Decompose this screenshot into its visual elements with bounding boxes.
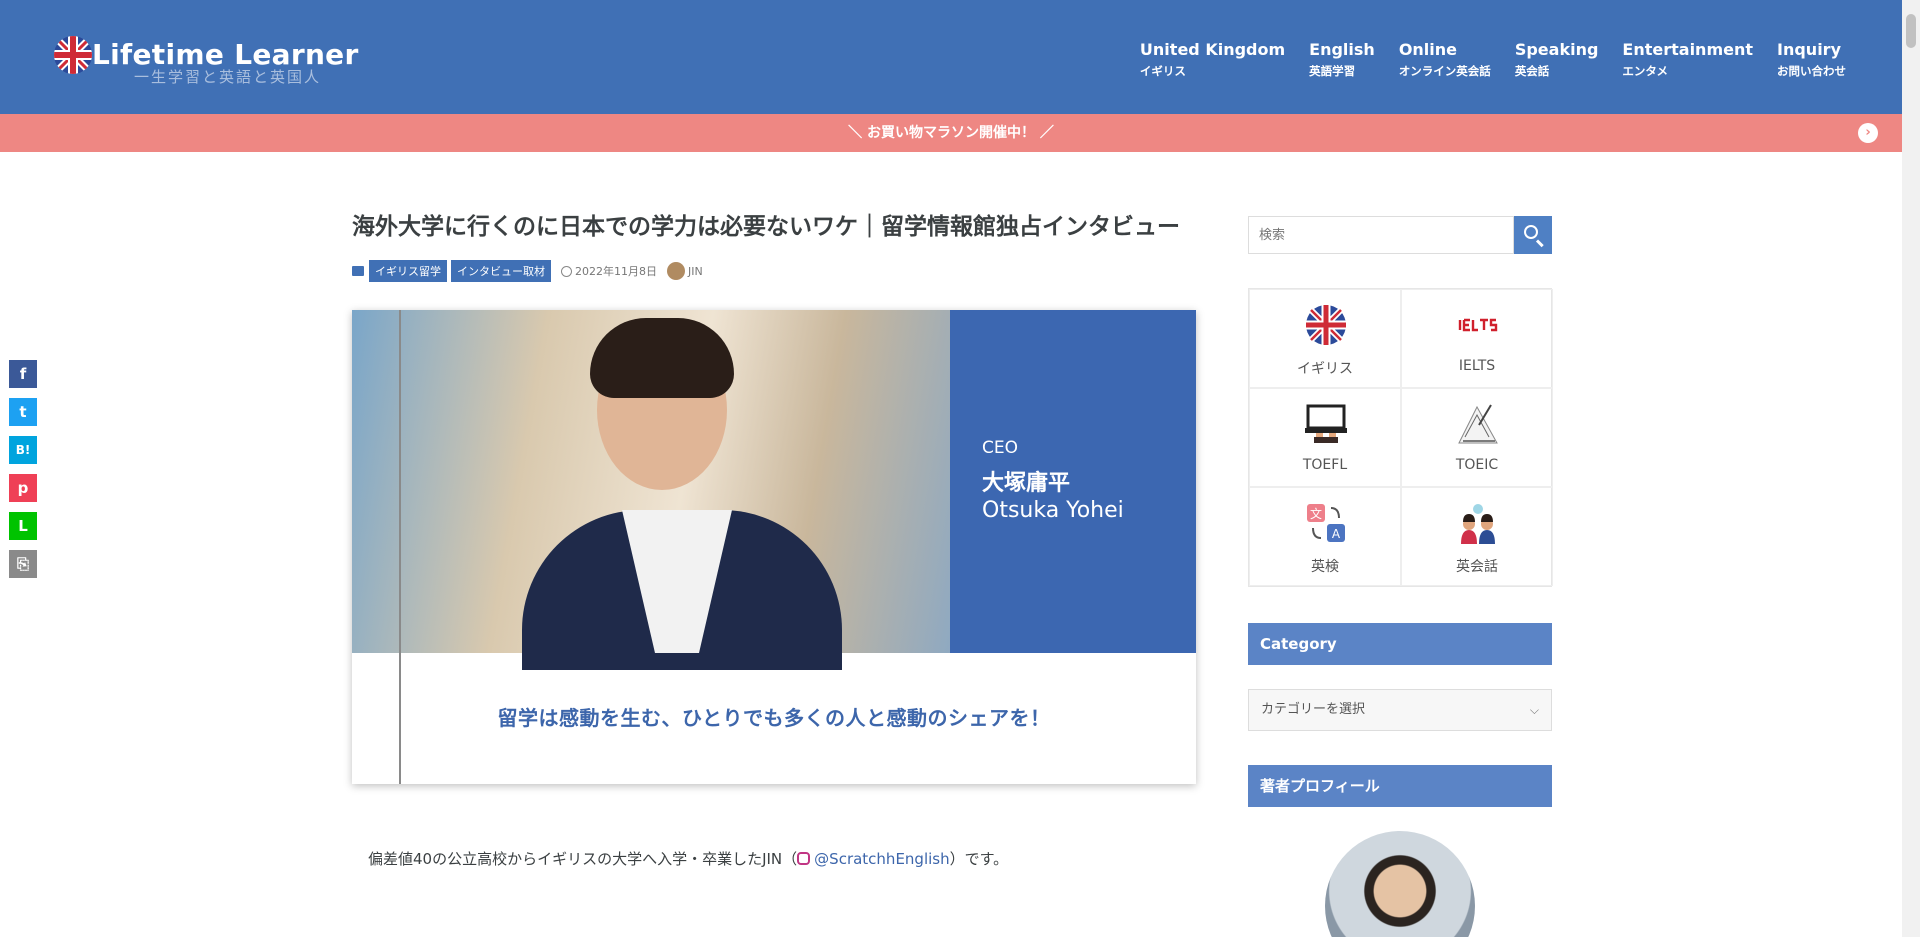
category-tag[interactable]: イギリス留学 — [369, 260, 447, 282]
tile-label: 英検 — [1311, 559, 1339, 575]
tile-eiken[interactable]: 文 A 英検 — [1249, 487, 1401, 586]
twitter-share-button[interactable]: t — [9, 398, 37, 426]
search-input[interactable] — [1248, 216, 1514, 254]
tile-toefl[interactable]: TOEFL — [1249, 388, 1401, 487]
instagram-link[interactable]: @ScratchhEnglish — [797, 850, 950, 868]
ceo-name-ja: 大塚庸平 — [982, 471, 1071, 496]
interview-photo — [352, 310, 950, 670]
name-panel: CEO 大塚庸平 Otsuka Yohei — [950, 310, 1196, 653]
ielts-logo-icon — [1457, 318, 1499, 332]
category-tag[interactable]: インタビュー取材 — [451, 260, 551, 282]
ceo-label: CEO — [982, 438, 1018, 458]
copy-link-button[interactable]: ⎘ — [9, 550, 37, 578]
search-button[interactable] — [1514, 216, 1552, 254]
scrollbar-thumb[interactable] — [1906, 14, 1916, 48]
share-buttons: f t B! p L ⎘ — [9, 360, 37, 588]
union-jack-icon — [1306, 305, 1346, 345]
instagram-icon — [797, 852, 811, 865]
hatena-share-button[interactable]: B! — [9, 436, 37, 464]
scrollbar[interactable] — [1902, 0, 1920, 937]
article-title: 海外大学に行くのに日本での学力は必要ないワケ｜留学情報館独占インタビュー — [352, 214, 1180, 240]
author-name[interactable]: JIN — [688, 265, 703, 278]
info-bar[interactable]: ＼ お買い物マラソン開催中！ ／ › — [0, 114, 1902, 152]
tile-label: 英会話 — [1456, 559, 1498, 575]
laptop-icon — [1305, 404, 1347, 443]
article: 海外大学に行くのに日本での学力は必要ないワケ｜留学情報館独占インタビュー イギリ… — [352, 210, 1196, 869]
nav-united-kingdom[interactable]: United Kingdom イギリス — [1140, 40, 1285, 79]
writing-icon — [1458, 404, 1498, 444]
tile-toeic[interactable]: TOEIC — [1401, 388, 1553, 487]
folder-icon — [352, 266, 364, 276]
author-profile-avatar — [1325, 831, 1475, 937]
hero-image: CEO 大塚庸平 Otsuka Yohei 留学は感動を生む、ひとりでも多くの人… — [352, 310, 1196, 784]
site-logo[interactable]: Lifetime Learner 一生学習と英語と英国人 — [54, 36, 358, 86]
line-share-button[interactable]: L — [9, 512, 37, 540]
tile-ielts[interactable]: IELTS — [1401, 289, 1553, 388]
conversation-icon — [1461, 504, 1495, 544]
svg-text:文: 文 — [1310, 506, 1322, 521]
tile-label: イギリス — [1297, 361, 1353, 377]
intro-paragraph: 偏差値40の公立高校からイギリスの大学へ入学・卒業したJIN（ @Scratchh… — [368, 850, 1009, 868]
nav-speaking[interactable]: Speaking 英会話 — [1515, 40, 1599, 79]
category-tiles: イギリス IELTS TOEFL TOEIC 文 A 英検 英会話 — [1248, 288, 1553, 587]
author-avatar — [667, 262, 685, 280]
union-jack-icon — [54, 36, 92, 74]
search-form — [1248, 216, 1552, 254]
profile-heading: 著者プロフィール — [1248, 765, 1552, 807]
chevron-right-icon[interactable]: › — [1858, 123, 1878, 143]
tile-label: IELTS — [1458, 358, 1496, 374]
nav-english[interactable]: English 英語学習 — [1309, 40, 1375, 79]
main-nav: United Kingdom イギリス English 英語学習 Online オンラ… — [1116, 40, 1846, 79]
ceo-name-en: Otsuka Yohei — [982, 498, 1124, 523]
category-heading: Category — [1248, 623, 1552, 665]
translate-icon: 文 A — [1307, 504, 1345, 542]
search-icon — [1524, 225, 1538, 239]
tile-uk[interactable]: イギリス — [1249, 289, 1401, 388]
svg-text:A: A — [1332, 527, 1341, 541]
logo-subtitle: 一生学習と英語と英国人 — [134, 68, 322, 86]
tile-eikaiwa[interactable]: 英会話 — [1401, 487, 1553, 586]
post-date: 2022年11月8日 — [575, 265, 657, 278]
facebook-share-button[interactable]: f — [9, 360, 37, 388]
pocket-share-button[interactable]: p — [9, 474, 37, 502]
sidebar: イギリス IELTS TOEFL — [1248, 216, 1553, 937]
chevron-down-icon: ⌵ — [1529, 703, 1539, 717]
category-select[interactable]: カテゴリーを選択 ⌵ — [1248, 689, 1552, 731]
nav-inquiry[interactable]: Inquiry お問い合わせ — [1777, 40, 1846, 79]
info-bar-text: ＼ お買い物マラソン開催中！ ／ — [848, 125, 1054, 141]
clock-icon — [561, 265, 572, 277]
nav-online[interactable]: Online オンライン英会話 — [1399, 40, 1491, 79]
tile-label: TOEIC — [1455, 457, 1499, 473]
nav-entertainment[interactable]: Entertainment エンタメ — [1622, 40, 1753, 79]
article-meta: イギリス留学 インタビュー取材 2022年11月8日 JIN — [352, 260, 1196, 282]
hero-tagline: 留学は感動を生む、ひとりでも多くの人と感動のシェアを！ — [497, 706, 1051, 730]
tile-label: TOEFL — [1302, 457, 1348, 473]
site-header: Lifetime Learner 一生学習と英語と英国人 United King… — [0, 0, 1902, 114]
